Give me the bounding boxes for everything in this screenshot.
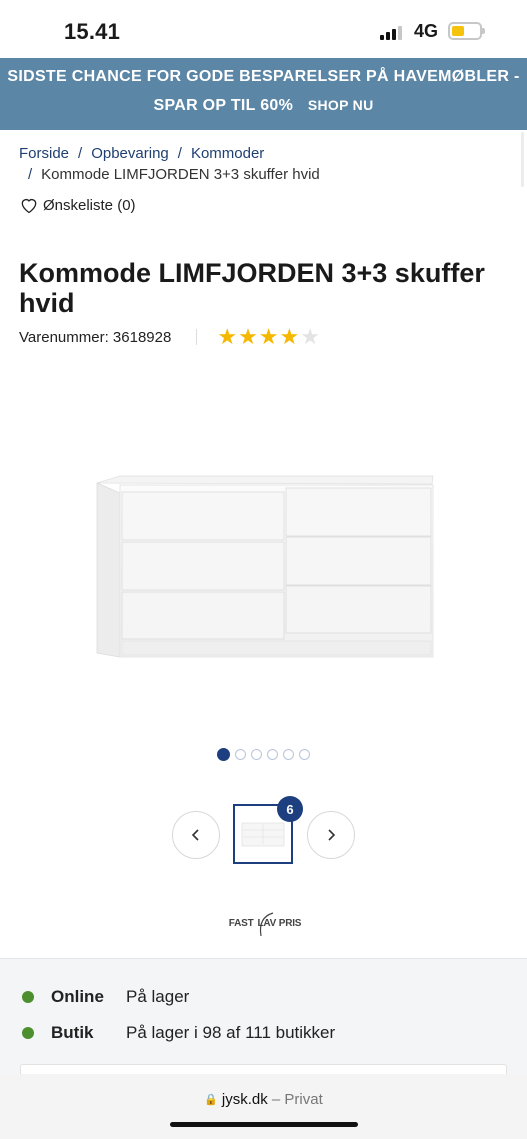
private-mode-label: – Privat: [271, 1091, 323, 1108]
gallery-dot[interactable]: [299, 749, 310, 760]
product-title: Kommode LIMFJORDEN 3+3 skuffer hvid: [19, 258, 485, 318]
battery-icon: [448, 22, 485, 40]
availability-channel: Online: [51, 987, 104, 1006]
star-icon: ★: [279, 324, 300, 349]
promo-banner[interactable]: SIDSTE CHANCE FOR GODE BESPARELSER PÅ HA…: [0, 58, 527, 130]
star-icon: ★: [238, 324, 258, 349]
image-count-badge: 6: [277, 796, 303, 822]
fast-lav-pris-logo: FAST LAV PRIS: [225, 906, 305, 940]
wishlist-label: Ønskeliste (0): [43, 196, 136, 214]
gallery-dot[interactable]: [235, 749, 246, 760]
availability-panel: [0, 958, 527, 1078]
thumbnail-image: [241, 822, 285, 847]
breadcrumb: Forside / Opbevaring / Kommoder / Kommode LIM…: [19, 145, 320, 183]
heart-icon: [21, 198, 37, 214]
divider: [196, 329, 198, 345]
gallery-dot[interactable]: [217, 748, 230, 761]
shop-now-link[interactable]: SHOP NU: [308, 97, 374, 113]
breadcrumb-opbevaring[interactable]: Opbevaring: [91, 145, 169, 162]
gallery-dots: [217, 748, 310, 761]
rating-stars[interactable]: ★ ★ ★ ★ ★: [217, 324, 320, 349]
gallery-next-button[interactable]: [307, 811, 355, 859]
gallery-prev-button[interactable]: [172, 811, 220, 859]
gallery-dot[interactable]: [283, 749, 294, 760]
promo-text-2: SPAR OP TIL 60%: [153, 97, 294, 114]
chevron-right-icon: [328, 829, 336, 841]
logo-arc-icon: [259, 912, 274, 937]
breadcrumb-forside[interactable]: Forside: [19, 145, 69, 162]
promo-text: SIDSTE CHANCE FOR GODE BESPARELSER PÅ HA…: [7, 68, 520, 85]
availability-status: På lager: [126, 987, 190, 1006]
chevron-left-icon: [191, 829, 199, 841]
availability-online: Online På lager: [22, 987, 189, 1007]
wishlist-button[interactable]: Ønskeliste (0): [19, 195, 136, 215]
status-bar: 15.41 4G: [0, 0, 527, 58]
gallery-dot[interactable]: [267, 749, 278, 760]
breadcrumb-kommoder[interactable]: Kommoder: [191, 145, 264, 162]
availability-channel: Butik: [51, 1023, 94, 1042]
status-time: 15.41: [64, 19, 121, 44]
star-icon: ★: [258, 324, 279, 349]
lock-icon: 🔒: [204, 1094, 218, 1106]
logo-fast: FAST: [228, 917, 254, 929]
dresser-illustration: [96, 475, 434, 658]
star-icon: ★: [217, 324, 238, 349]
network-label: 4G: [414, 21, 439, 41]
in-stock-dot-icon: [22, 1027, 34, 1039]
gallery-dot[interactable]: [251, 749, 262, 760]
signal-icon: [380, 24, 406, 40]
availability-store[interactable]: Butik På lager i 98 af 111 butikker: [22, 1023, 335, 1043]
browser-address-bar[interactable]: 🔒 jysk.dk – Privat: [0, 1074, 527, 1139]
home-indicator[interactable]: [170, 1122, 358, 1127]
sku-number: Varenummer: 3618928: [19, 328, 172, 346]
availability-status: På lager i 98 af 111 butikker: [126, 1023, 336, 1042]
sku-row: Varenummer: 3618928 ★ ★ ★ ★ ★: [19, 324, 320, 349]
breadcrumb-current: Kommode LIMFJORDEN 3+3 skuffer hvid: [41, 166, 320, 183]
in-stock-dot-icon: [22, 991, 34, 1003]
scrollbar[interactable]: [521, 132, 524, 187]
url-domain: jysk.dk: [221, 1091, 268, 1108]
product-image[interactable]: [95, 465, 435, 665]
star-icon: ★: [300, 324, 320, 349]
